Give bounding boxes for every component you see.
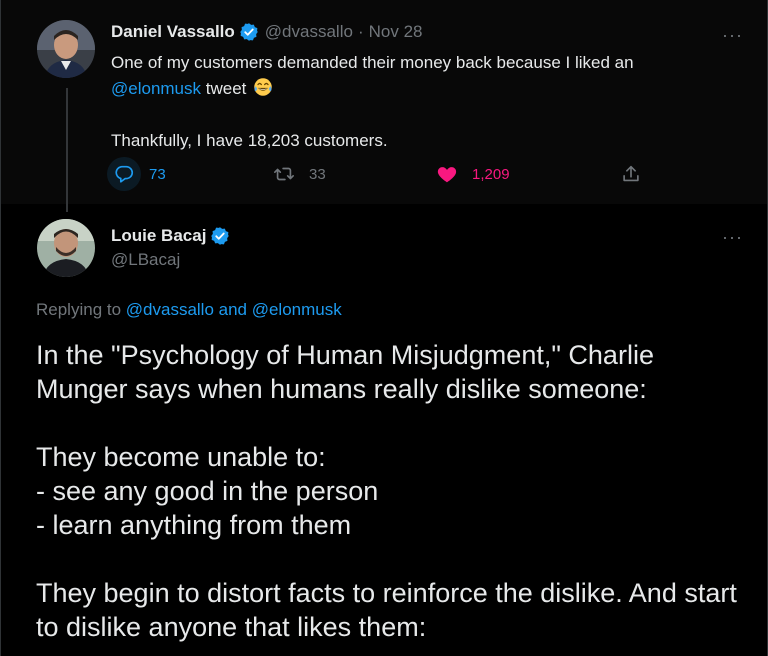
thread-connector-line: [66, 88, 68, 212]
replying-prefix: Replying to: [36, 300, 126, 319]
author-name[interactable]: Daniel Vassallo: [111, 22, 235, 42]
tweet-text-fragment: tweet: [201, 79, 247, 98]
separator: ·: [357, 22, 364, 41]
author-name[interactable]: Louie Bacaj: [111, 226, 206, 246]
verified-badge-icon: [211, 227, 230, 245]
like-count: 1,209: [472, 165, 510, 183]
tweet-date[interactable]: Nov 28: [369, 22, 423, 42]
tweet-thread: Daniel Vassallo @dvassallo · Nov 28 ··· …: [0, 0, 768, 656]
tweet-text-line: Thankfully, I have 18,203 customers.: [111, 131, 388, 150]
tweet-text-line: @elonmusk tweet: [111, 76, 731, 102]
share-icon: [623, 165, 639, 182]
more-options-icon[interactable]: ···: [722, 26, 743, 44]
tweet-text: One of my customers demanded their money…: [111, 50, 731, 154]
author-row: Daniel Vassallo @dvassallo · Nov 28: [111, 22, 422, 42]
main-tweet-text: In the "Psychology of Human Misjudgment,…: [36, 338, 746, 644]
mention-link[interactable]: @elonmusk: [111, 79, 201, 98]
tears-of-joy-emoji: [254, 78, 272, 96]
avatar[interactable]: [37, 219, 95, 277]
retweet-icon: [274, 167, 294, 181]
reply-bubble-icon: [115, 165, 134, 183]
tweet-text-line: One of my customers demanded their money…: [111, 53, 634, 72]
tweet-paragraph: They begin to distort facts to reinforce…: [36, 578, 737, 642]
action-bar: 73 33 1,209: [107, 157, 648, 193]
share-button[interactable]: [620, 163, 642, 185]
author-handle[interactable]: @LBacaj: [111, 250, 180, 270]
more-options-icon[interactable]: ···: [722, 228, 743, 246]
retweet-count: 33: [309, 165, 326, 183]
replying-to: Replying to @dvassallo and @elonmusk: [36, 300, 342, 320]
tweet-paragraph: - learn anything from them: [36, 510, 352, 540]
tweet-paragraph: - see any good in the person: [36, 476, 379, 506]
tweet-paragraph: In the "Psychology of Human Misjudgment,…: [36, 340, 654, 404]
retweet-button[interactable]: 33: [273, 163, 326, 185]
author-handle[interactable]: @dvassallo: [265, 22, 353, 42]
reply-count: 73: [149, 165, 166, 183]
verified-badge-icon: [240, 23, 258, 41]
author-row: Louie Bacaj: [111, 226, 230, 246]
replying-to-mentions[interactable]: @dvassallo and @elonmusk: [126, 300, 342, 319]
reply-button[interactable]: 73: [107, 157, 166, 191]
tweet-paragraph: They become unable to:: [36, 442, 326, 472]
like-button[interactable]: 1,209: [436, 163, 510, 185]
avatar[interactable]: [37, 20, 95, 78]
heart-icon: [437, 167, 457, 183]
parent-tweet[interactable]: Daniel Vassallo @dvassallo · Nov 28 ··· …: [0, 0, 768, 212]
